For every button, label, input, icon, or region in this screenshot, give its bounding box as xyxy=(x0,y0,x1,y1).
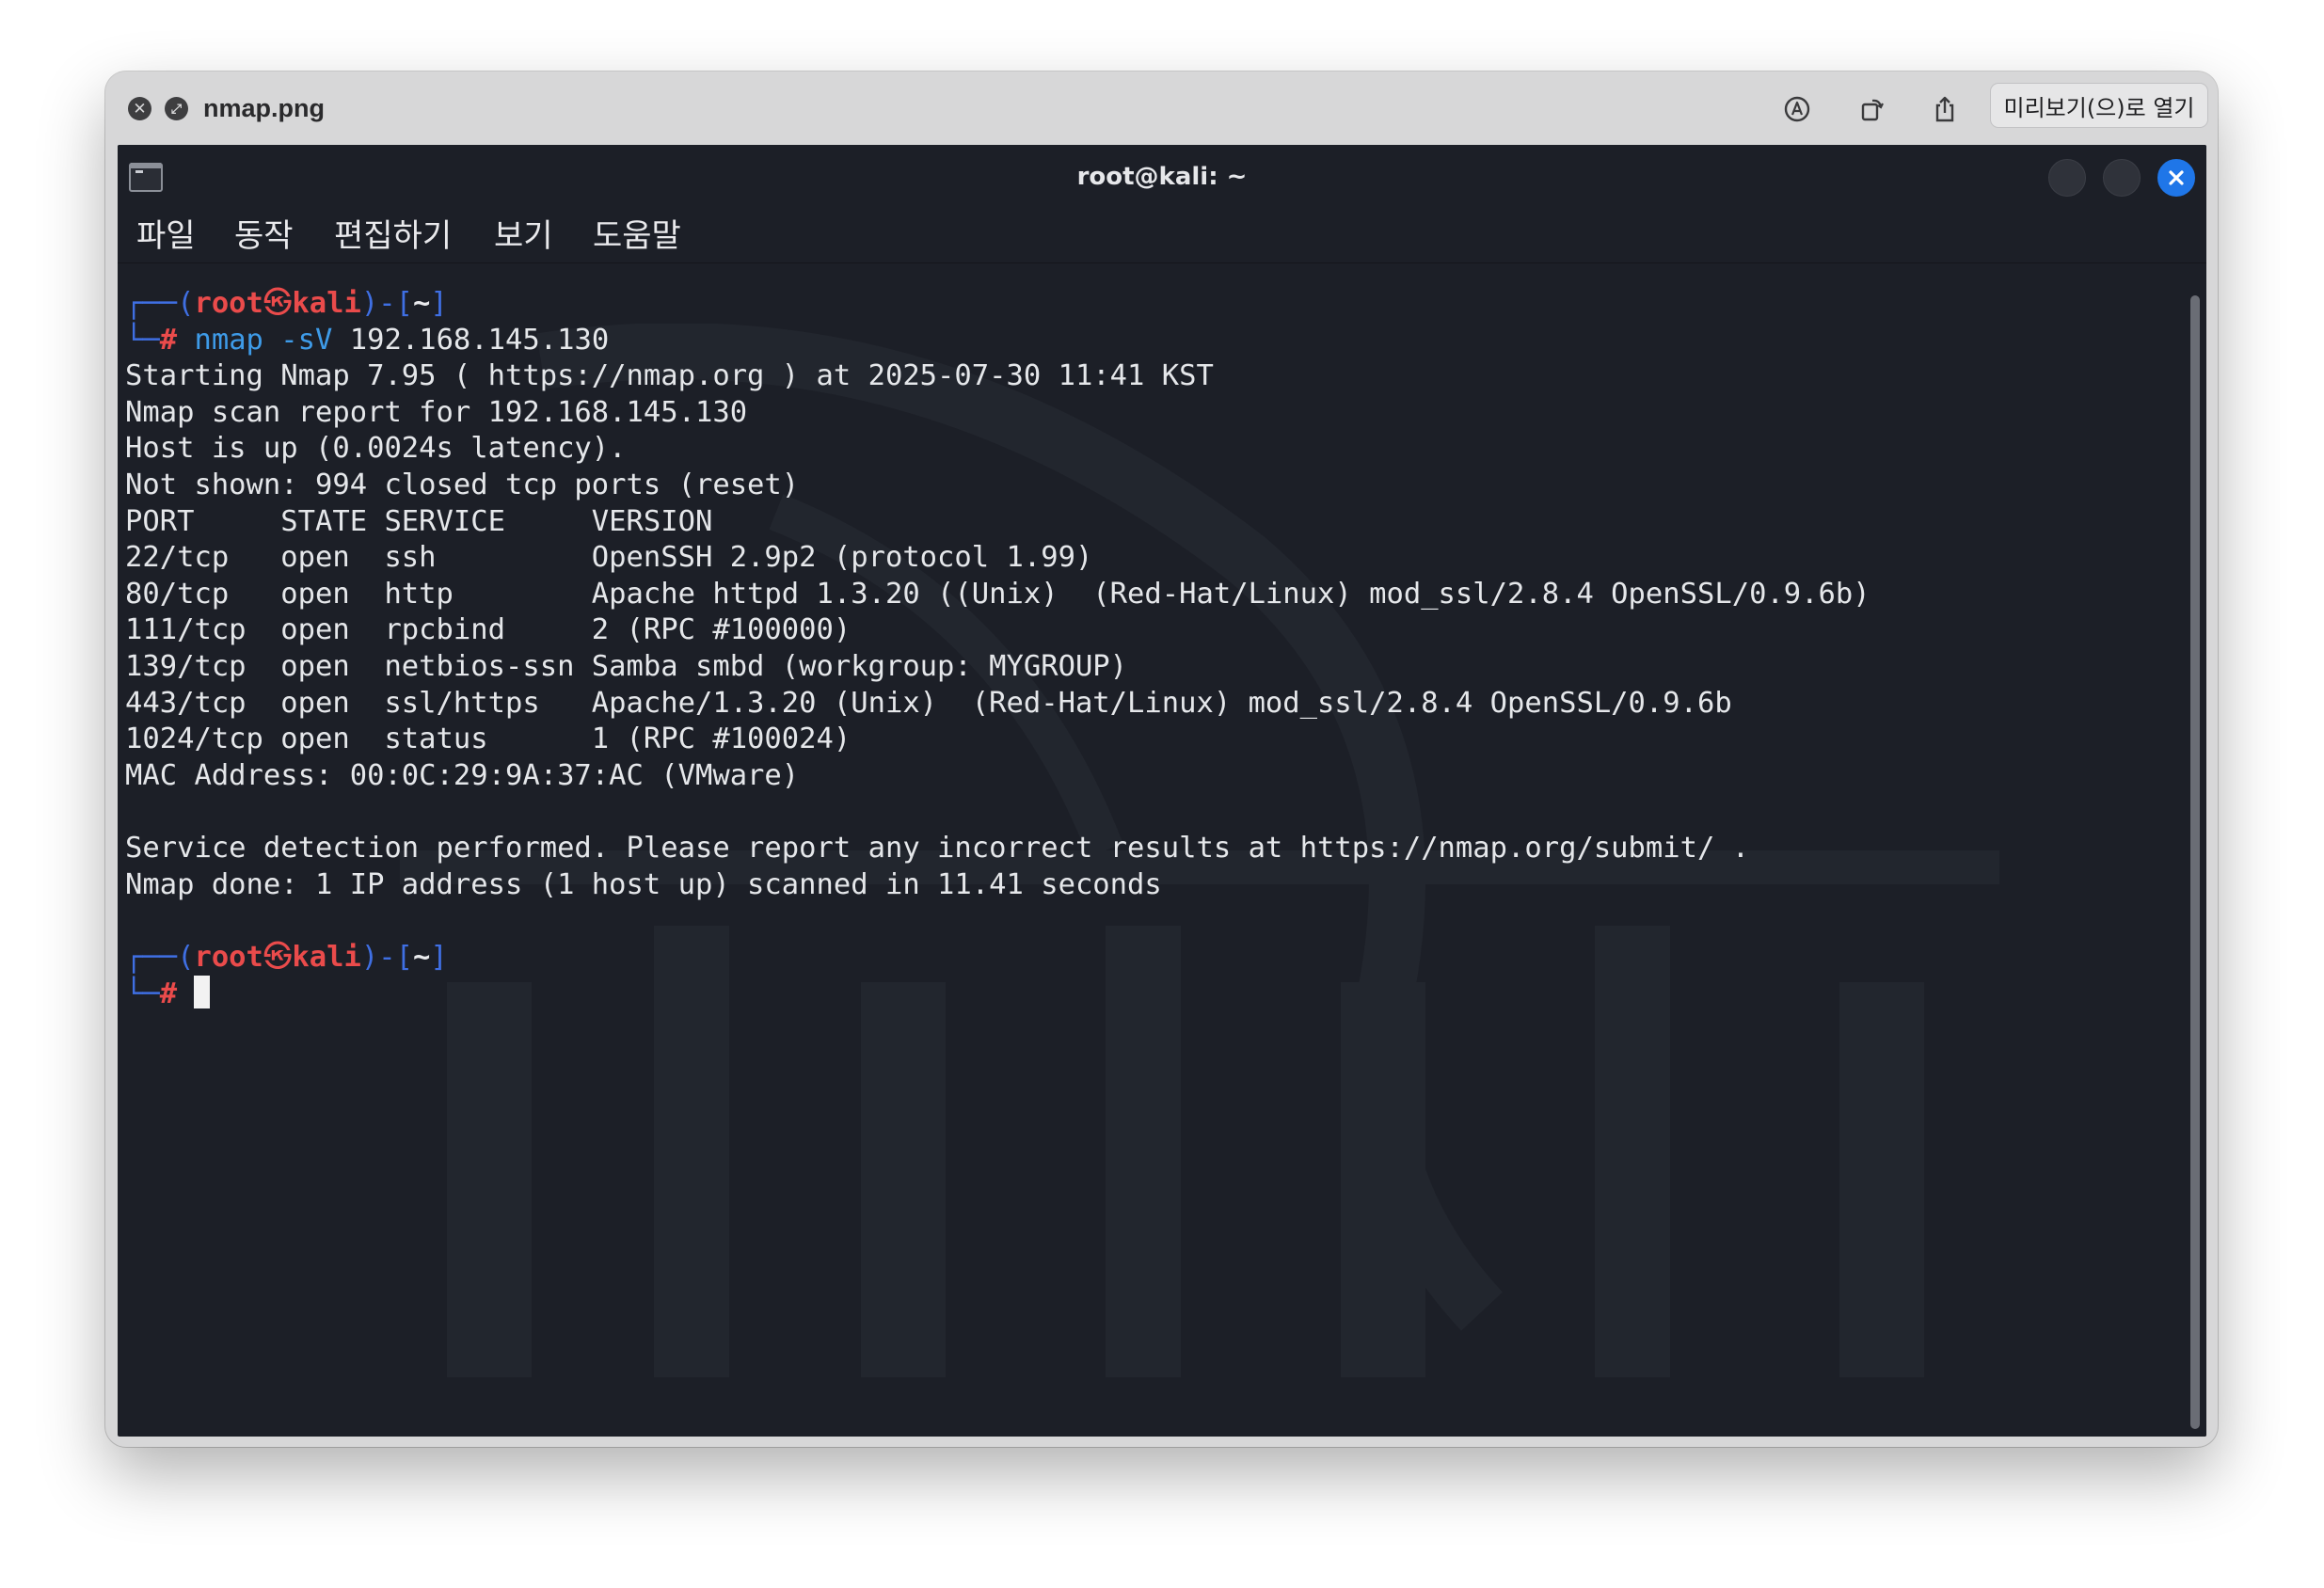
text-cursor xyxy=(194,976,211,1009)
terminal-line: Service detection performed. Please repo… xyxy=(125,831,2186,867)
terminal-line: 443/tcp open ssl/https Apache/1.3.20 (Un… xyxy=(125,686,2186,723)
terminal-line: 111/tcp open rpcbind 2 (RPC #100000) xyxy=(125,612,2186,649)
prompt-separator: ㉿ xyxy=(263,287,293,320)
prompt-user: root xyxy=(194,287,263,320)
prompt-path: ~ xyxy=(412,940,431,974)
command-option: -sV xyxy=(263,323,333,357)
close-icon[interactable]: ✕ xyxy=(128,97,151,120)
output-text: 443/tcp open ssl/https Apache/1.3.20 (Un… xyxy=(125,686,1732,720)
prompt-separator: ㉿ xyxy=(263,940,293,974)
menu-file[interactable]: 파일 xyxy=(136,209,196,263)
prompt-frame: └─ xyxy=(125,977,160,1011)
terminal-line: Not shown: 994 closed tcp ports (reset) xyxy=(125,468,2186,504)
menu-view[interactable]: 보기 xyxy=(494,209,553,263)
open-with-preview-button[interactable]: 미리보기(으)로 열기 xyxy=(1990,83,2208,128)
terminal-line: 80/tcp open http Apache httpd 1.3.20 ((U… xyxy=(125,577,2186,613)
terminal-line: MAC Address: 00:0C:29:9A:37:AC (VMware) xyxy=(125,758,2186,795)
command-argument: 192.168.145.130 xyxy=(332,323,610,357)
quick-look-window: ✕ ⤢ nmap.png 미리보기(으)로 열기 root@kali: ~ 파일… xyxy=(105,71,2218,1447)
prompt-user: root xyxy=(194,940,263,974)
output-text: MAC Address: 00:0C:29:9A:37:AC (VMware) xyxy=(125,758,800,792)
prompt-frame: ┌──( xyxy=(125,940,195,974)
output-text: 139/tcp open netbios-ssn Samba smbd (wor… xyxy=(125,649,1128,683)
prompt-symbol: # xyxy=(159,323,178,357)
rotate-icon[interactable] xyxy=(1855,92,1889,126)
output-text: Service detection performed. Please repo… xyxy=(125,831,1750,865)
command-name: nmap xyxy=(177,323,263,357)
terminal-output[interactable]: ┌──(root㉿kali)-[~] └─# nmap -sV 192.168.1… xyxy=(125,286,2186,1434)
prompt-path: ~ xyxy=(412,287,431,320)
output-text: Nmap scan report for 192.168.145.130 xyxy=(125,395,748,429)
prompt-host: kali xyxy=(292,287,361,320)
terminal-line: └─# nmap -sV 192.168.145.130 xyxy=(125,323,2186,359)
terminal-line: 22/tcp open ssh OpenSSH 2.9p2 (protocol … xyxy=(125,540,2186,577)
menu-action[interactable]: 동작 xyxy=(234,209,294,263)
output-text: 1024/tcp open status 1 (RPC #100024) xyxy=(125,723,852,756)
close-button[interactable] xyxy=(2157,159,2195,197)
output-text: Host is up (0.0024s latency). xyxy=(125,432,627,466)
terminal-line: Starting Nmap 7.95 ( https://nmap.org ) … xyxy=(125,358,2186,395)
output-text: 111/tcp open rpcbind 2 (RPC #100000) xyxy=(125,613,852,647)
terminal-line: Nmap done: 1 IP address (1 host up) scan… xyxy=(125,867,2186,904)
terminal-menubar: 파일 동작 편집하기 보기 도움말 xyxy=(118,209,2206,263)
quick-look-toolbar: ✕ ⤢ nmap.png 미리보기(으)로 열기 xyxy=(105,71,2218,145)
prompt-frame: ] xyxy=(430,287,448,320)
terminal-window: root@kali: ~ 파일 동작 편집하기 보기 도움말 ┌──(root㉿… xyxy=(118,145,2206,1437)
output-text: Nmap done: 1 IP address (1 host up) scan… xyxy=(125,867,1162,901)
terminal-line: 139/tcp open netbios-ssn Samba smbd (wor… xyxy=(125,649,2186,686)
terminal-line: └─# xyxy=(125,976,2186,1012)
markup-pen-icon[interactable] xyxy=(1780,92,1814,126)
menu-edit[interactable]: 편집하기 xyxy=(334,209,452,263)
terminal-titlebar: root@kali: ~ xyxy=(118,145,2206,209)
share-icon[interactable] xyxy=(1928,92,1962,126)
minimize-button[interactable] xyxy=(2048,159,2086,197)
menu-help[interactable]: 도움말 xyxy=(593,209,681,263)
terminal-line: PORT STATE SERVICE VERSION xyxy=(125,504,2186,541)
fullscreen-icon[interactable]: ⤢ xyxy=(165,97,188,120)
terminal-line: Nmap scan report for 192.168.145.130 xyxy=(125,395,2186,432)
prompt-frame: ] xyxy=(430,940,448,974)
prompt-frame: ┌──( xyxy=(125,287,195,320)
terminal-line: ┌──(root㉿kali)-[~] xyxy=(125,940,2186,977)
prompt-frame: )-[ xyxy=(360,287,413,320)
prompt-host: kali xyxy=(292,940,361,974)
output-text: 22/tcp open ssh OpenSSH 2.9p2 (protocol … xyxy=(125,541,1093,575)
terminal-line: Host is up (0.0024s latency). xyxy=(125,431,2186,468)
terminal-line: ┌──(root㉿kali)-[~] xyxy=(125,286,2186,323)
maximize-button[interactable] xyxy=(2103,159,2141,197)
output-text: Starting Nmap 7.95 ( https://nmap.org ) … xyxy=(125,359,1214,393)
prompt-frame: )-[ xyxy=(360,940,413,974)
output-text: Not shown: 994 closed tcp ports (reset) xyxy=(125,468,800,501)
prompt-frame: └─ xyxy=(125,323,160,357)
terminal-line: 1024/tcp open status 1 (RPC #100024) xyxy=(125,722,2186,758)
output-text: PORT STATE SERVICE VERSION xyxy=(125,504,713,538)
prompt-symbol: # xyxy=(159,977,178,1011)
preview-filename: nmap.png xyxy=(203,94,325,122)
scrollbar-thumb[interactable] xyxy=(2190,295,2200,1429)
terminal-title: root@kali: ~ xyxy=(1076,163,1248,191)
output-text: 80/tcp open http Apache httpd 1.3.20 ((U… xyxy=(125,577,1870,611)
close-icon xyxy=(2169,170,2184,185)
